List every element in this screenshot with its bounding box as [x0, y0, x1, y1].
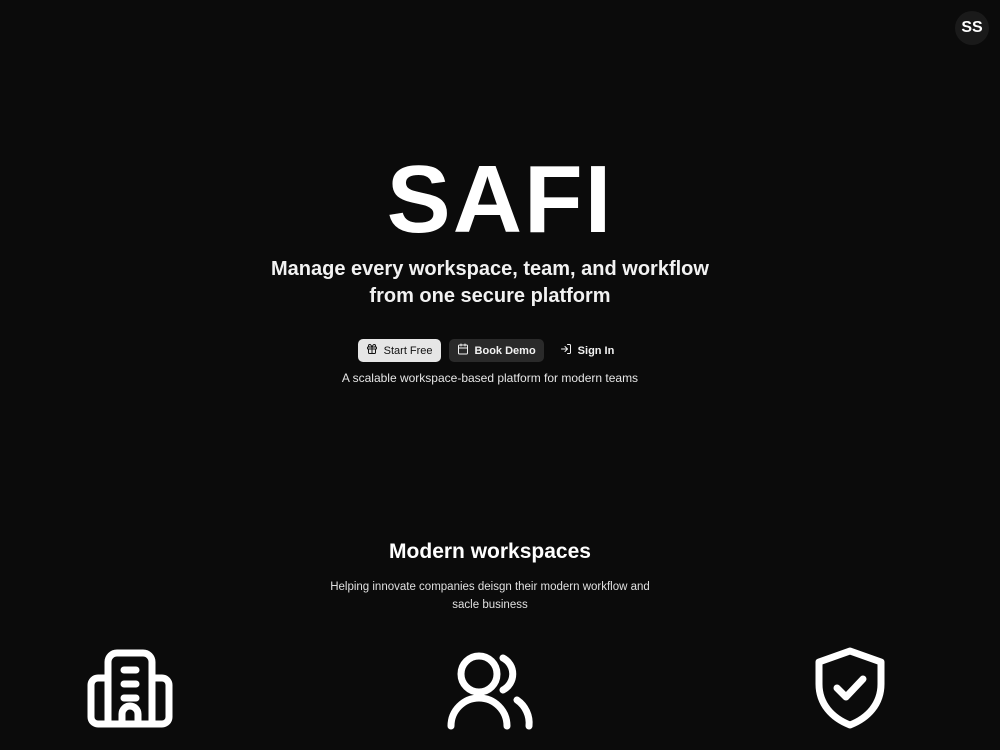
section-description: Helping innovate companies deisgn their … — [330, 581, 650, 611]
avatar-initials: SS — [961, 19, 983, 36]
sign-in-label: Sign In — [577, 344, 615, 357]
shield-check-icon — [812, 646, 888, 730]
users-icon — [445, 648, 535, 730]
hero-title: SAFI — [386, 146, 614, 253]
landing-page: SS SAFI Manage every workspace, team, an… — [0, 0, 1000, 750]
hero-tagline: A scalable workspace-based platform for … — [341, 371, 639, 385]
section-title: Modern workspaces — [389, 540, 591, 563]
sign-in-icon — [560, 343, 572, 358]
hero-actions: Start Free Book Demo Sign In — [0, 339, 980, 362]
calendar-icon — [457, 343, 469, 358]
sign-in-button[interactable]: Sign In — [552, 339, 623, 362]
gift-icon — [366, 343, 378, 358]
hero-subtitle: Manage every workspace, team, and workfl… — [271, 258, 709, 307]
book-demo-label: Book Demo — [474, 344, 536, 357]
book-demo-button[interactable]: Book Demo — [448, 339, 544, 362]
avatar[interactable]: SS — [955, 11, 989, 45]
start-free-label: Start Free — [383, 344, 433, 357]
building-icon — [86, 648, 174, 728]
start-free-button[interactable]: Start Free — [357, 339, 441, 362]
